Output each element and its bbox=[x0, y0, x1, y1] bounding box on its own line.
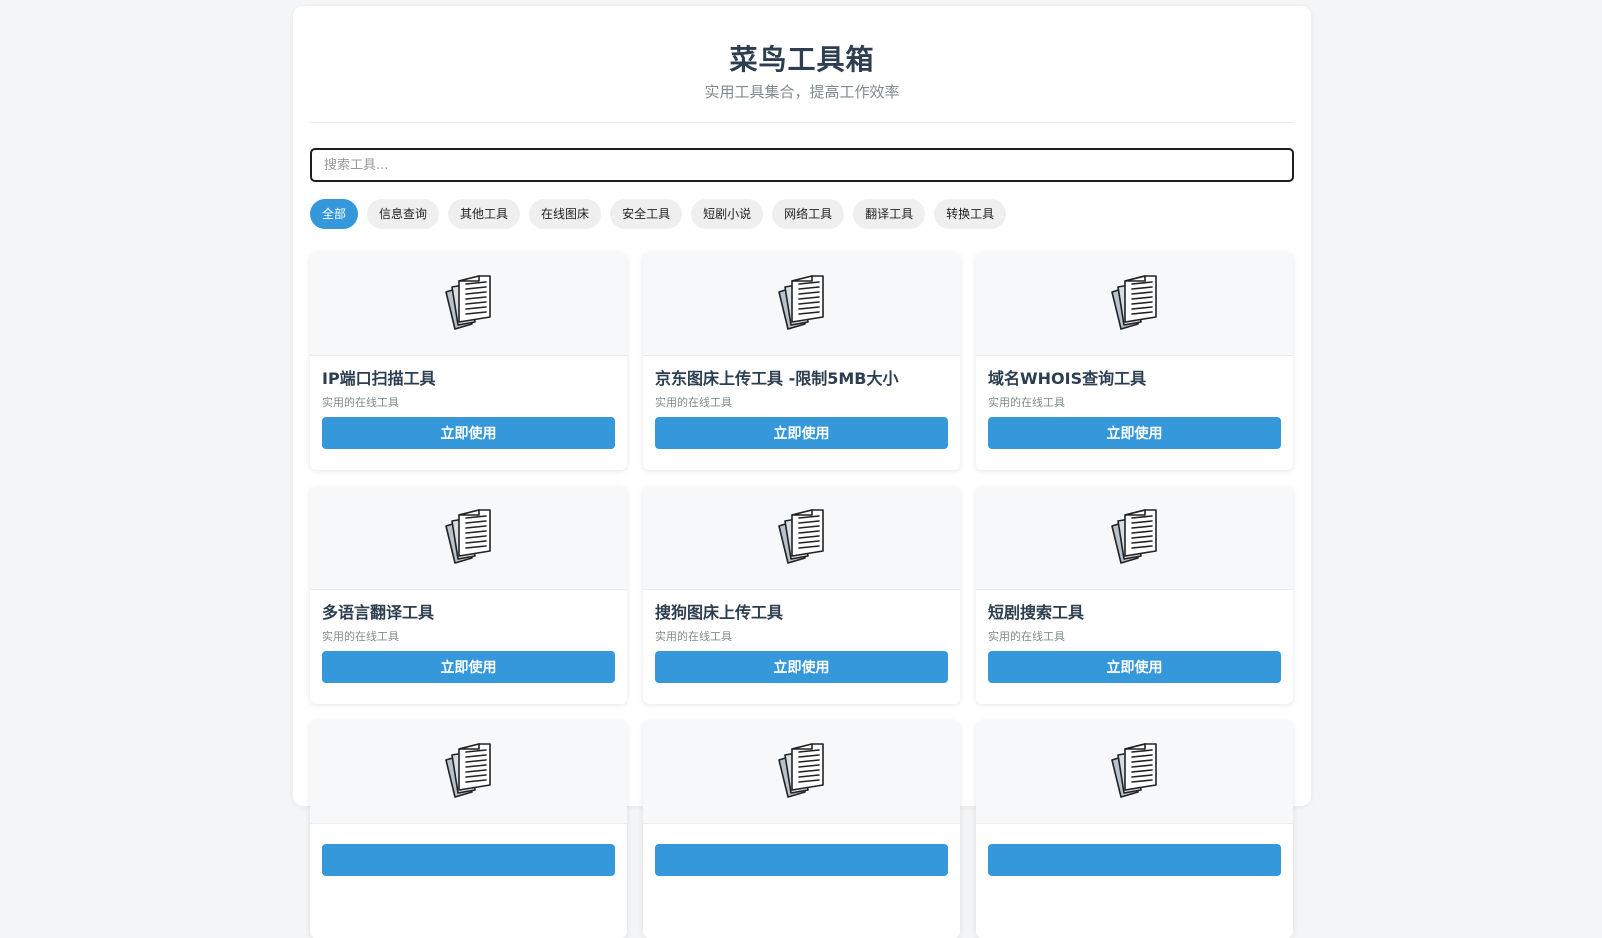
tool-title: 域名WHOIS查询工具 bbox=[988, 369, 1147, 388]
tool-title: 短剧搜索工具 bbox=[988, 603, 1085, 622]
tool-card-body: 短剧搜索工具 实用的在线工具 立即使用 bbox=[976, 603, 1293, 683]
tool-thumbnail bbox=[310, 487, 627, 590]
tool-title: 搜狗图床上传工具 bbox=[655, 603, 784, 622]
tool-card: 域名WHOIS查询工具 实用的在线工具 立即使用 bbox=[976, 253, 1293, 470]
category-label: 安全工具 bbox=[622, 207, 671, 221]
tool-thumbnail bbox=[643, 253, 960, 356]
category-label: 信息查询 bbox=[379, 207, 428, 221]
category-chip-2[interactable]: 其他工具 bbox=[448, 199, 521, 229]
tool-card-body: 域名WHOIS查询工具 实用的在线工具 立即使用 bbox=[976, 369, 1293, 449]
category-label: 在线图床 bbox=[541, 207, 590, 221]
tool-title: IP端口扫描工具 bbox=[322, 369, 436, 388]
documents-icon bbox=[442, 508, 496, 568]
category-chip-4[interactable]: 安全工具 bbox=[610, 199, 683, 229]
category-chip-3[interactable]: 在线图床 bbox=[529, 199, 602, 229]
tool-thumbnail bbox=[976, 253, 1293, 356]
use-now-button[interactable] bbox=[988, 844, 1281, 876]
tool-title: 多语言翻译工具 bbox=[322, 603, 435, 622]
tool-card-body: IP端口扫描工具 实用的在线工具 立即使用 bbox=[310, 369, 627, 449]
tool-grid: IP端口扫描工具 实用的在线工具 立即使用 京东图床上传工具 -限制5MB大小 … bbox=[310, 253, 1294, 938]
page-header: 菜鸟工具箱 实用工具集合，提高工作效率 bbox=[310, 6, 1294, 123]
documents-icon bbox=[1108, 742, 1162, 802]
page-title: 菜鸟工具箱 bbox=[729, 43, 875, 76]
category-label: 其他工具 bbox=[460, 207, 509, 221]
search-input[interactable] bbox=[310, 148, 1294, 182]
page-subtitle: 实用工具集合，提高工作效率 bbox=[704, 83, 900, 101]
category-label: 短剧小说 bbox=[703, 207, 752, 221]
category-label: 网络工具 bbox=[784, 207, 833, 221]
tool-card-body: 京东图床上传工具 -限制5MB大小 实用的在线工具 立即使用 bbox=[643, 369, 960, 449]
tool-card-body: 多语言翻译工具 实用的在线工具 立即使用 bbox=[310, 603, 627, 683]
category-label: 翻译工具 bbox=[865, 207, 914, 221]
tool-card-body bbox=[643, 837, 960, 876]
tool-card bbox=[643, 721, 960, 938]
category-label: 全部 bbox=[322, 207, 347, 221]
tool-title: 京东图床上传工具 -限制5MB大小 bbox=[655, 369, 899, 388]
documents-icon bbox=[775, 742, 829, 802]
tool-thumbnail bbox=[643, 487, 960, 590]
tool-description: 实用的在线工具 bbox=[655, 630, 732, 643]
tool-description: 实用的在线工具 bbox=[322, 630, 399, 643]
tool-card: 多语言翻译工具 实用的在线工具 立即使用 bbox=[310, 487, 627, 704]
tool-card: 短剧搜索工具 实用的在线工具 立即使用 bbox=[976, 487, 1293, 704]
tool-card-body: 搜狗图床上传工具 实用的在线工具 立即使用 bbox=[643, 603, 960, 683]
documents-icon bbox=[442, 274, 496, 334]
documents-icon bbox=[1108, 274, 1162, 334]
documents-icon bbox=[1108, 508, 1162, 568]
category-label: 转换工具 bbox=[946, 207, 995, 221]
documents-icon bbox=[442, 742, 496, 802]
tool-card bbox=[976, 721, 1293, 938]
documents-icon bbox=[775, 508, 829, 568]
tool-description: 实用的在线工具 bbox=[988, 396, 1065, 409]
documents-icon bbox=[775, 274, 829, 334]
use-now-button[interactable] bbox=[322, 844, 615, 876]
tool-card: 京东图床上传工具 -限制5MB大小 实用的在线工具 立即使用 bbox=[643, 253, 960, 470]
tool-description: 实用的在线工具 bbox=[988, 630, 1065, 643]
tool-card: IP端口扫描工具 实用的在线工具 立即使用 bbox=[310, 253, 627, 470]
category-chip-0[interactable]: 全部 bbox=[310, 199, 359, 229]
tool-description: 实用的在线工具 bbox=[322, 396, 399, 409]
category-chip-5[interactable]: 短剧小说 bbox=[691, 199, 764, 229]
use-now-button[interactable]: 立即使用 bbox=[988, 651, 1281, 683]
category-chip-1[interactable]: 信息查询 bbox=[367, 199, 440, 229]
tool-card-body bbox=[310, 837, 627, 876]
use-now-button[interactable]: 立即使用 bbox=[988, 417, 1281, 449]
tool-description: 实用的在线工具 bbox=[655, 396, 732, 409]
tool-card: 搜狗图床上传工具 实用的在线工具 立即使用 bbox=[643, 487, 960, 704]
category-chip-6[interactable]: 网络工具 bbox=[772, 199, 845, 229]
use-now-button[interactable]: 立即使用 bbox=[322, 417, 615, 449]
use-now-button[interactable]: 立即使用 bbox=[655, 651, 948, 683]
main-panel: 菜鸟工具箱 实用工具集合，提高工作效率 全部 信息查询 其他工具 在线图床 安全… bbox=[293, 6, 1311, 938]
search-bar bbox=[310, 148, 1294, 182]
use-now-button[interactable]: 立即使用 bbox=[322, 651, 615, 683]
tool-card-body bbox=[976, 837, 1293, 876]
tool-card bbox=[310, 721, 627, 938]
use-now-button[interactable]: 立即使用 bbox=[655, 417, 948, 449]
category-chip-7[interactable]: 翻译工具 bbox=[853, 199, 926, 229]
category-filter: 全部 信息查询 其他工具 在线图床 安全工具 短剧小说 网络工具 翻译工具 转换… bbox=[310, 199, 1294, 229]
use-now-button[interactable] bbox=[655, 844, 948, 876]
category-chip-8[interactable]: 转换工具 bbox=[934, 199, 1007, 229]
tool-thumbnail bbox=[976, 487, 1293, 590]
tool-thumbnail bbox=[310, 253, 627, 356]
